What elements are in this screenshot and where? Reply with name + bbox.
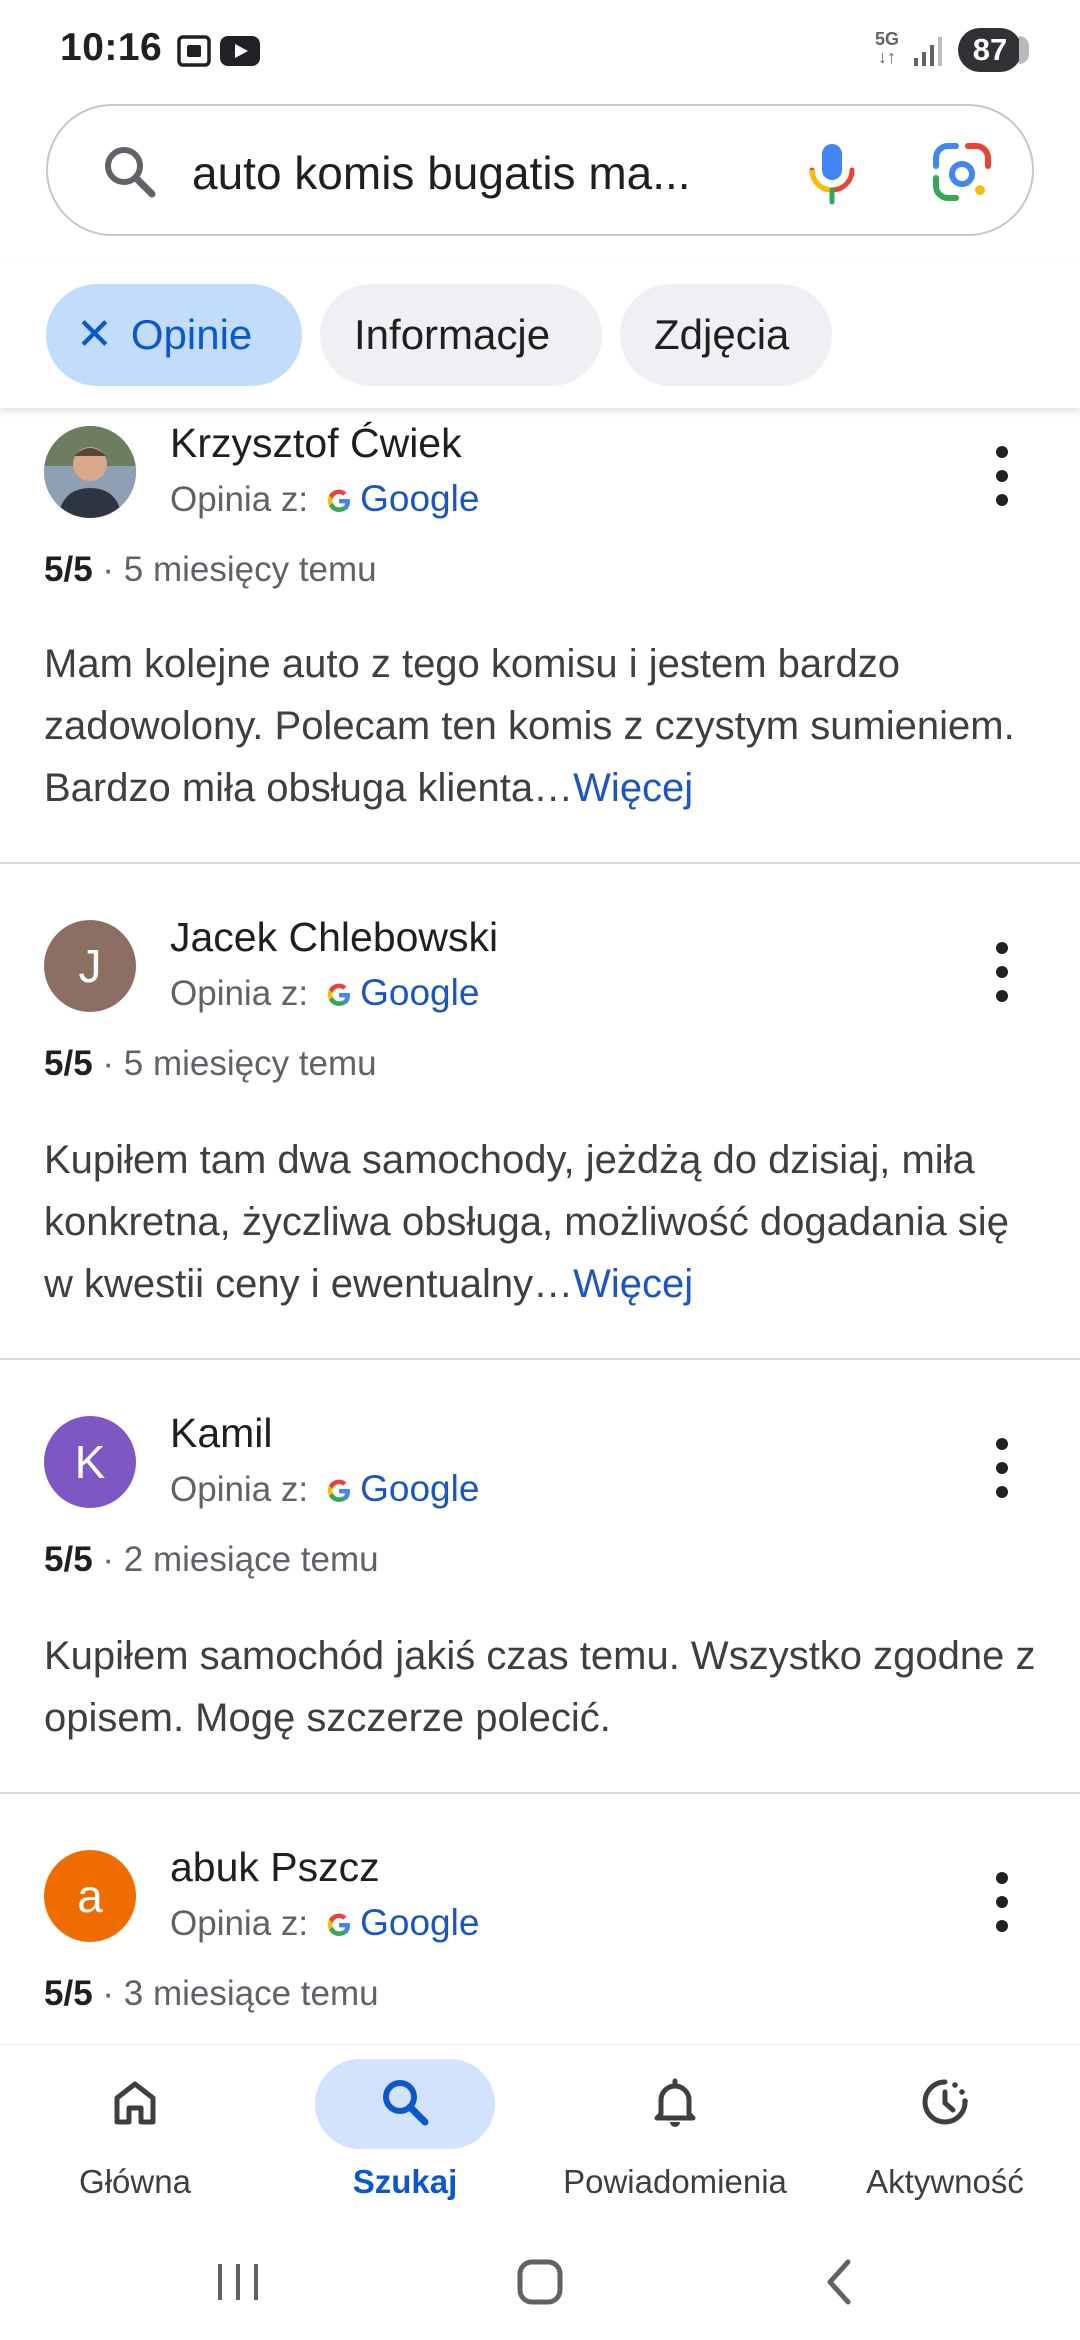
separator: · <box>102 1974 115 2013</box>
google-g-icon <box>328 983 351 1006</box>
review-source: Opinia z: Google <box>170 478 479 520</box>
source-prefix: Opinia z: <box>170 1470 309 1509</box>
avatar[interactable]: J <box>44 920 136 1012</box>
more-options-icon[interactable] <box>976 1436 1028 1504</box>
review-item: a abuk Pszcz Opinia z: Google 5/5 · 3 mie… <box>0 1794 1080 2044</box>
review-time: 2 miesiące temu <box>123 1540 379 1579</box>
rating-value: 5/5 <box>44 1540 93 1579</box>
google-g-icon <box>328 489 351 512</box>
nav-item-home[interactable]: Główna <box>0 2045 270 2225</box>
battery-indicator: 87 <box>958 28 1029 72</box>
review-body: Kupiłem samochód jakiś czas temu. Wszyst… <box>44 1634 1036 1740</box>
review-item: K Kamil Opinia z: Google 5/5 · 2 miesiące… <box>0 1360 1080 1792</box>
review-source: Opinia z: Google <box>170 972 479 1014</box>
search-icon <box>383 2080 429 2126</box>
separator: · <box>102 550 115 589</box>
avatar-letter: a <box>77 1870 103 1922</box>
review-source: Opinia z: Google <box>170 1468 479 1510</box>
rating-line: 5/5 · 3 miesiące temu <box>44 1974 379 2014</box>
google-g-icon <box>328 1913 351 1936</box>
review-source: Opinia z: Google <box>170 1902 479 1944</box>
separator: · <box>102 1044 115 1083</box>
search-icon <box>105 147 156 198</box>
more-options-icon[interactable] <box>976 444 1028 512</box>
bell-icon <box>654 2078 696 2127</box>
source-prefix: Opinia z: <box>170 974 309 1013</box>
review-time: 3 miesiące temu <box>123 1974 379 2013</box>
reviewer-name[interactable]: Kamil <box>170 1410 273 1457</box>
source-name: Google <box>360 972 480 1013</box>
more-link[interactable]: Więcej <box>573 1262 693 1306</box>
recent-apps-icon[interactable] <box>198 2250 278 2314</box>
source-name: Google <box>360 1468 480 1509</box>
google-lens-icon[interactable] <box>926 136 998 208</box>
chip-label: Informacje <box>354 311 551 358</box>
avatar-letter: K <box>74 1436 106 1488</box>
review-time: 5 miesięcy temu <box>123 550 377 589</box>
system-navigation <box>0 2224 1080 2340</box>
chip-opinie[interactable]: ✕ Opinie <box>46 284 302 386</box>
separator: · <box>102 1540 115 1579</box>
back-icon[interactable] <box>800 2250 880 2314</box>
filter-chips: ✕ Opinie Informacje Zdjęcia <box>0 262 1080 408</box>
google-g-icon <box>328 1479 351 1502</box>
source-prefix: Opinia z: <box>170 480 309 519</box>
microphone-icon[interactable] <box>796 136 868 208</box>
nav-label: Powiadomienia <box>563 2163 787 2200</box>
reviewer-name[interactable]: Krzysztof Ćwiek <box>170 420 462 467</box>
status-bar: 10:16 5G ↓↑ 87 <box>0 0 1080 100</box>
review-item: Krzysztof Ćwiek Opinia z: Google 5/5 · 5 … <box>0 408 1080 862</box>
network-5g-icon: 5G ↓↑ <box>874 29 899 67</box>
avatar-letter: J <box>78 940 102 992</box>
review-text: Kupiłem tam dwa samochody, jeżdżą do dzi… <box>44 1129 1044 1315</box>
close-icon[interactable]: ✕ <box>76 284 113 386</box>
review-body: Kupiłem tam dwa samochody, jeżdżą do dzi… <box>44 1138 1009 1306</box>
avatar[interactable]: K <box>44 1416 136 1508</box>
review-body: Mam kolejne auto z tego komisu i jestem … <box>44 642 1015 810</box>
home-icon <box>114 2081 156 2125</box>
chip-zdjecia[interactable]: Zdjęcia <box>620 284 832 386</box>
nav-label: Główna <box>79 2163 191 2200</box>
source-prefix: Opinia z: <box>170 1904 309 1943</box>
avatar[interactable]: a <box>44 1850 136 1942</box>
status-time: 10:16 <box>60 26 163 69</box>
rating-value: 5/5 <box>44 550 93 589</box>
review-text: Kupiłem samochód jakiś czas temu. Wszyst… <box>44 1625 1044 1749</box>
nav-item-search[interactable]: Szukaj <box>270 2045 540 2225</box>
reviewer-name[interactable]: abuk Pszcz <box>170 1844 380 1891</box>
signal-icon <box>914 37 942 66</box>
chip-label: Zdjęcia <box>654 311 790 358</box>
source-name: Google <box>360 478 480 519</box>
more-link[interactable]: Więcej <box>573 766 693 810</box>
search-bar[interactable]: auto komis bugatis ma... <box>46 104 1034 236</box>
source-name: Google <box>360 1902 480 1943</box>
avatar-photo <box>44 426 136 518</box>
more-options-icon[interactable] <box>976 940 1028 1008</box>
nav-label: Aktywność <box>866 2163 1024 2200</box>
review-text: Mam kolejne auto z tego komisu i jestem … <box>44 633 1044 819</box>
rating-line: 5/5 · 2 miesiące temu <box>44 1540 379 1580</box>
youtube-icon <box>220 36 260 66</box>
search-query[interactable]: auto komis bugatis ma... <box>192 146 792 200</box>
avatar[interactable] <box>44 426 136 518</box>
more-options-icon[interactable] <box>976 1870 1028 1938</box>
review-time: 5 miesięcy temu <box>123 1044 377 1083</box>
activity-icon <box>922 2079 968 2125</box>
rating-value: 5/5 <box>44 1974 93 2013</box>
chip-label: Opinie <box>130 311 253 358</box>
reviewer-name[interactable]: Jacek Chlebowski <box>170 914 498 961</box>
home-button-icon[interactable] <box>500 2250 580 2314</box>
screenshot-icon <box>177 35 211 67</box>
rating-value: 5/5 <box>44 1044 93 1083</box>
review-item: J Jacek Chlebowski Opinia z: Google 5/5 ·… <box>0 864 1080 1358</box>
rating-line: 5/5 · 5 miesięcy temu <box>44 1044 377 1084</box>
bottom-navigation: Główna Szukaj Powiadomienia Aktywność <box>0 2044 1080 2224</box>
nav-item-notifications[interactable]: Powiadomienia <box>540 2045 810 2225</box>
network-label: 5G <box>874 29 899 49</box>
rating-line: 5/5 · 5 miesięcy temu <box>44 550 377 590</box>
nav-item-activity[interactable]: Aktywność <box>810 2045 1080 2225</box>
nav-label: Szukaj <box>352 2163 458 2200</box>
chip-informacje[interactable]: Informacje <box>320 284 602 386</box>
